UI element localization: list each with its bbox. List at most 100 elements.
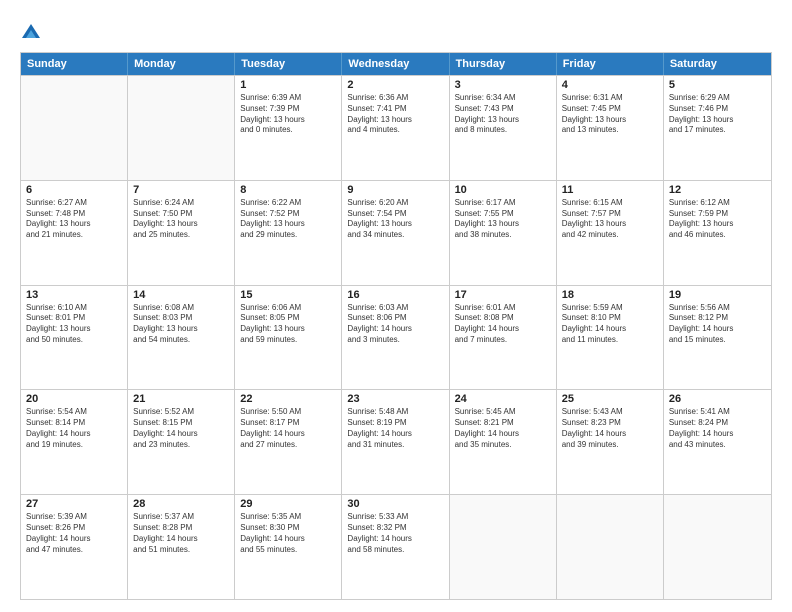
cell-line: Sunrise: 6:31 AM [562, 93, 658, 104]
day-number: 24 [455, 393, 551, 405]
cell-line: and 25 minutes. [133, 230, 229, 241]
cell-line: Sunset: 7:43 PM [455, 104, 551, 115]
cell-line: Sunrise: 6:29 AM [669, 93, 766, 104]
cell-line: Daylight: 13 hours [562, 219, 658, 230]
cell-line: and 15 minutes. [669, 335, 766, 346]
day-number: 4 [562, 79, 658, 91]
cell-line: Daylight: 14 hours [347, 429, 443, 440]
cell-line: Sunrise: 5:45 AM [455, 407, 551, 418]
day-cell-23: 23Sunrise: 5:48 AMSunset: 8:19 PMDayligh… [342, 390, 449, 494]
calendar-row-2: 13Sunrise: 6:10 AMSunset: 8:01 PMDayligh… [21, 285, 771, 390]
day-cell-21: 21Sunrise: 5:52 AMSunset: 8:15 PMDayligh… [128, 390, 235, 494]
cell-line: Daylight: 13 hours [133, 219, 229, 230]
cell-line: and 51 minutes. [133, 545, 229, 556]
calendar: SundayMondayTuesdayWednesdayThursdayFrid… [20, 52, 772, 600]
cell-line: Daylight: 13 hours [240, 219, 336, 230]
day-number: 16 [347, 289, 443, 301]
calendar-header: SundayMondayTuesdayWednesdayThursdayFrid… [21, 53, 771, 75]
cell-line: Daylight: 14 hours [347, 324, 443, 335]
cell-line: Sunset: 7:48 PM [26, 209, 122, 220]
day-cell-2: 2Sunrise: 6:36 AMSunset: 7:41 PMDaylight… [342, 76, 449, 180]
cell-line: Daylight: 14 hours [347, 534, 443, 545]
cell-line: Sunset: 7:57 PM [562, 209, 658, 220]
cell-line: Sunrise: 5:43 AM [562, 407, 658, 418]
day-number: 2 [347, 79, 443, 91]
day-number: 18 [562, 289, 658, 301]
day-cell-22: 22Sunrise: 5:50 AMSunset: 8:17 PMDayligh… [235, 390, 342, 494]
cell-line: Sunset: 8:14 PM [26, 418, 122, 429]
cell-line: and 13 minutes. [562, 125, 658, 136]
day-number: 15 [240, 289, 336, 301]
day-cell-19: 19Sunrise: 5:56 AMSunset: 8:12 PMDayligh… [664, 286, 771, 390]
day-number: 13 [26, 289, 122, 301]
empty-cell [664, 495, 771, 599]
cell-line: Sunset: 8:21 PM [455, 418, 551, 429]
day-cell-30: 30Sunrise: 5:33 AMSunset: 8:32 PMDayligh… [342, 495, 449, 599]
cell-line: Sunrise: 5:52 AM [133, 407, 229, 418]
day-cell-7: 7Sunrise: 6:24 AMSunset: 7:50 PMDaylight… [128, 181, 235, 285]
cell-line: Sunrise: 5:59 AM [562, 303, 658, 314]
cell-line: Daylight: 13 hours [669, 219, 766, 230]
cell-line: Sunrise: 6:06 AM [240, 303, 336, 314]
header-day-wednesday: Wednesday [342, 53, 449, 75]
day-number: 12 [669, 184, 766, 196]
cell-line: Sunset: 7:45 PM [562, 104, 658, 115]
day-number: 30 [347, 498, 443, 510]
cell-line: Sunset: 8:26 PM [26, 523, 122, 534]
day-cell-29: 29Sunrise: 5:35 AMSunset: 8:30 PMDayligh… [235, 495, 342, 599]
day-cell-28: 28Sunrise: 5:37 AMSunset: 8:28 PMDayligh… [128, 495, 235, 599]
cell-line: and 3 minutes. [347, 335, 443, 346]
empty-cell [557, 495, 664, 599]
cell-line: Sunrise: 5:50 AM [240, 407, 336, 418]
day-number: 26 [669, 393, 766, 405]
calendar-row-1: 6Sunrise: 6:27 AMSunset: 7:48 PMDaylight… [21, 180, 771, 285]
cell-line: and 23 minutes. [133, 440, 229, 451]
header-day-tuesday: Tuesday [235, 53, 342, 75]
day-number: 8 [240, 184, 336, 196]
cell-line: and 59 minutes. [240, 335, 336, 346]
cell-line: Sunset: 8:05 PM [240, 313, 336, 324]
cell-line: Daylight: 14 hours [133, 534, 229, 545]
day-cell-8: 8Sunrise: 6:22 AMSunset: 7:52 PMDaylight… [235, 181, 342, 285]
day-number: 11 [562, 184, 658, 196]
cell-line: Sunset: 8:06 PM [347, 313, 443, 324]
day-cell-1: 1Sunrise: 6:39 AMSunset: 7:39 PMDaylight… [235, 76, 342, 180]
day-cell-27: 27Sunrise: 5:39 AMSunset: 8:26 PMDayligh… [21, 495, 128, 599]
cell-line: Sunset: 8:24 PM [669, 418, 766, 429]
cell-line: Sunset: 7:55 PM [455, 209, 551, 220]
day-cell-10: 10Sunrise: 6:17 AMSunset: 7:55 PMDayligh… [450, 181, 557, 285]
day-number: 27 [26, 498, 122, 510]
cell-line: and 27 minutes. [240, 440, 336, 451]
cell-line: and 38 minutes. [455, 230, 551, 241]
cell-line: Daylight: 13 hours [347, 115, 443, 126]
cell-line: and 58 minutes. [347, 545, 443, 556]
cell-line: Sunset: 8:28 PM [133, 523, 229, 534]
day-number: 10 [455, 184, 551, 196]
cell-line: Daylight: 14 hours [26, 534, 122, 545]
cell-line: Sunset: 8:23 PM [562, 418, 658, 429]
cell-line: and 21 minutes. [26, 230, 122, 241]
cell-line: Sunrise: 6:17 AM [455, 198, 551, 209]
cell-line: Sunrise: 6:12 AM [669, 198, 766, 209]
day-number: 14 [133, 289, 229, 301]
cell-line: Sunrise: 5:35 AM [240, 512, 336, 523]
cell-line: Sunset: 7:39 PM [240, 104, 336, 115]
cell-line: Sunrise: 6:39 AM [240, 93, 336, 104]
cell-line: Sunset: 8:15 PM [133, 418, 229, 429]
cell-line: Sunset: 8:17 PM [240, 418, 336, 429]
cell-line: Sunset: 7:41 PM [347, 104, 443, 115]
cell-line: Sunset: 8:12 PM [669, 313, 766, 324]
cell-line: Sunset: 8:19 PM [347, 418, 443, 429]
day-number: 29 [240, 498, 336, 510]
day-cell-4: 4Sunrise: 6:31 AMSunset: 7:45 PMDaylight… [557, 76, 664, 180]
empty-cell [128, 76, 235, 180]
day-cell-18: 18Sunrise: 5:59 AMSunset: 8:10 PMDayligh… [557, 286, 664, 390]
day-number: 17 [455, 289, 551, 301]
cell-line: Daylight: 14 hours [562, 324, 658, 335]
cell-line: Sunrise: 6:15 AM [562, 198, 658, 209]
cell-line: Sunset: 7:59 PM [669, 209, 766, 220]
cell-line: Sunrise: 6:03 AM [347, 303, 443, 314]
logo-icon [20, 20, 42, 42]
cell-line: Daylight: 14 hours [133, 429, 229, 440]
cell-line: Daylight: 14 hours [562, 429, 658, 440]
